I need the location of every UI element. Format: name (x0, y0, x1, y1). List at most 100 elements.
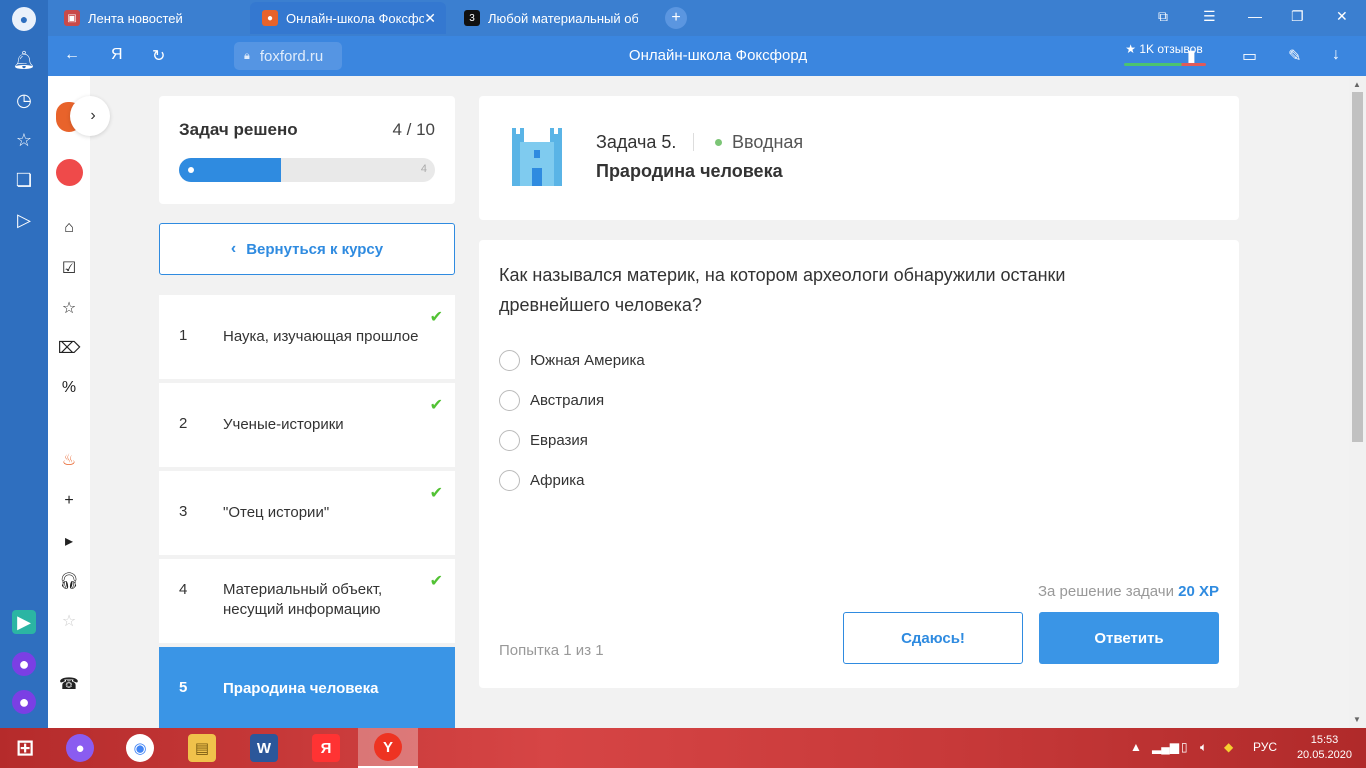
chrome-icon: ◉ (126, 734, 154, 762)
video-icon[interactable]: ▸ (59, 531, 79, 551)
restore-icon[interactable]: ❐ (1291, 8, 1304, 25)
check-icon: ✔ (429, 397, 443, 414)
chevron-left-icon: ‹ (230, 240, 237, 257)
new-tab-button[interactable]: + (665, 7, 687, 29)
task-list-item-5[interactable]: 5 Прародина человека (159, 647, 455, 728)
task-label: Материальный объект, несущий информацию (223, 581, 383, 618)
play-icon[interactable]: ▷ (12, 208, 36, 232)
radio-button[interactable] (499, 390, 520, 411)
tray-chevron-icon[interactable]: ▲ (1130, 740, 1142, 754)
page-scrollbar[interactable]: ▲ ▼ (1349, 76, 1366, 728)
collections-icon[interactable]: ❏ (12, 168, 36, 192)
tasks-icon[interactable]: ☑ (59, 258, 79, 278)
windows-taskbar: ⊞ ● ◉ ▤ W Я Y ▲ ▂▄▆ ▯ 🔈︎ ◆ РУС 15:53 20.… (0, 728, 1366, 768)
discount-icon[interactable]: % (59, 378, 79, 398)
news-favicon-icon: ▣ (64, 10, 80, 26)
close-window-icon[interactable]: ✕ (1336, 8, 1348, 25)
taskbar-word[interactable]: W (234, 728, 294, 768)
feedback-icon[interactable]: ✎ (1288, 46, 1301, 66)
clock-time: 15:53 (1310, 734, 1339, 746)
promo-icon[interactable] (56, 159, 83, 186)
task-number: 5 (179, 679, 188, 696)
question-card: Как назывался материк, на котором археол… (479, 240, 1239, 688)
task-list-item-1[interactable]: 1 Наука, изучающая прошлое ✔ (159, 295, 455, 379)
yandex-icon[interactable]: Я (111, 46, 123, 64)
network-icon[interactable]: ▂▄▆ (1152, 740, 1179, 754)
option-label: Африка (530, 472, 585, 489)
profile-icon[interactable]: ● (12, 7, 36, 31)
menu-icon[interactable]: ☰ (1203, 8, 1216, 25)
task-list-item-3[interactable]: 3 "Отец истории" ✔ (159, 471, 455, 555)
assistant-icon[interactable]: ● (12, 690, 36, 714)
bookmarks-icon[interactable]: ⧉ (1158, 8, 1168, 25)
answer-option-2[interactable]: Австралия (499, 390, 604, 411)
battery-icon[interactable]: ▭ (1242, 46, 1257, 66)
taskbar-yandex-browser[interactable]: Я (296, 728, 356, 768)
progress-bar: 4 (179, 158, 435, 182)
headphones-icon[interactable]: 🎧︎ (59, 571, 79, 591)
url-field[interactable]: 🔒︎ foxford.ru (234, 42, 342, 70)
taskbar-alice[interactable]: ● (50, 728, 110, 768)
tag-icon[interactable]: ⌦ (58, 338, 81, 358)
minimize-icon[interactable]: — (1248, 8, 1262, 24)
radio-button[interactable] (499, 470, 520, 491)
answer-option-1[interactable]: Южная Америка (499, 350, 645, 371)
alice-icon: ● (66, 734, 94, 762)
answer-option-3[interactable]: Евразия (499, 430, 588, 451)
site-sidebar: ⌂ ☑ ☆ ⌦ % ♨ + ▸ 🎧︎ ☆ ☎ (48, 76, 90, 728)
scrollbar-thumb[interactable] (1352, 92, 1363, 442)
task-label: Ученые-историки (223, 416, 344, 433)
give-up-button[interactable]: Сдаюсь! (843, 612, 1023, 664)
option-label: Южная Америка (530, 352, 645, 369)
download-icon[interactable]: ↓ (1332, 46, 1340, 64)
clock[interactable]: 15:53 20.05.2020 (1297, 733, 1352, 763)
tab-foxford[interactable]: ● Онлайн-школа Фоксфорд ✕ (250, 2, 446, 34)
reward-text: За решение задачи 20 XP (1038, 583, 1219, 600)
taskbar-explorer[interactable]: ▤ (172, 728, 232, 768)
back-to-course-button[interactable]: ‹ Вернуться к курсу (159, 223, 455, 275)
radio-button[interactable] (499, 430, 520, 451)
tab-news[interactable]: ▣ Лента новостей (52, 2, 245, 34)
tab-other[interactable]: 3 Любой материальный об (452, 2, 648, 34)
messenger-icon[interactable]: ▶ (12, 610, 36, 634)
yandex-disk-icon[interactable]: ◆ (1224, 740, 1233, 754)
battery-tray-icon[interactable]: ▯ (1181, 740, 1188, 754)
home-icon[interactable]: ⌂ (59, 218, 79, 238)
url-text: foxford.ru (259, 47, 324, 65)
fire-icon[interactable]: ♨ (59, 450, 79, 470)
taskbar-chrome[interactable]: ◉ (110, 728, 170, 768)
close-tab-icon[interactable]: ✕ (424, 10, 436, 27)
task-list-item-4[interactable]: 4 Материальный объект, несущий информаци… (159, 559, 455, 643)
star-outline-icon[interactable]: ☆ (59, 611, 79, 631)
scroll-up-icon[interactable]: ▲ (1353, 80, 1361, 89)
plus-icon[interactable]: + (59, 491, 79, 511)
attempt-counter: Попытка 1 из 1 (499, 642, 604, 659)
alice-icon[interactable]: ● (12, 652, 36, 676)
task-number-label: Задача 5. (596, 132, 677, 152)
divider (693, 133, 694, 151)
expand-sidebar-chevron-icon[interactable]: › (70, 96, 110, 136)
favorites-icon[interactable]: ☆ (59, 298, 79, 318)
bookmark-icon[interactable]: ▮ (1187, 46, 1196, 66)
task-title: Прародина человека (596, 161, 783, 181)
history-icon[interactable]: ◷ (12, 88, 36, 112)
star-icon[interactable]: ☆ (12, 128, 36, 152)
task-label: "Отец истории" (223, 504, 330, 521)
windows-start-icon[interactable]: ⊞ (0, 728, 50, 768)
task-list-item-2[interactable]: 2 Ученые-историки ✔ (159, 383, 455, 467)
yandex-y-icon: Y (374, 733, 402, 761)
phone-icon[interactable]: ☎ (59, 674, 79, 694)
radio-button[interactable] (499, 350, 520, 371)
answer-option-4[interactable]: Африка (499, 470, 584, 491)
taskbar-yandex-active[interactable]: Y (358, 728, 418, 768)
windows-logo-icon: ⊞ (15, 735, 35, 760)
language-indicator[interactable]: РУС (1253, 740, 1277, 754)
fox-favicon-icon: ● (262, 10, 278, 26)
answer-button[interactable]: Ответить (1039, 612, 1219, 664)
back-arrow-icon[interactable]: ← (64, 46, 80, 64)
volume-icon[interactable]: 🔈︎ (1200, 740, 1207, 755)
bell-icon[interactable]: 🔔︎ (12, 48, 36, 72)
scroll-down-icon[interactable]: ▼ (1353, 715, 1361, 724)
reload-icon[interactable]: ↻ (152, 46, 165, 66)
progress-count: 4 / 10 (392, 120, 435, 139)
